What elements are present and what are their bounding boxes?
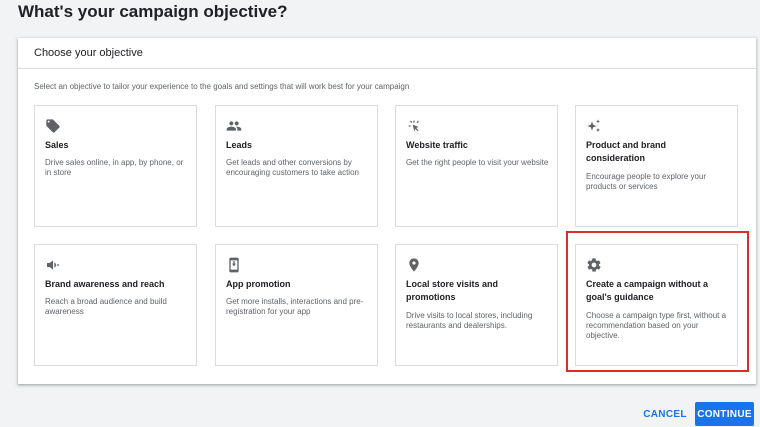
tag-icon <box>45 118 61 134</box>
objective-tile-local-store-visits[interactable]: Local store visits and promotions Drive … <box>395 244 558 366</box>
tile-description: Get leads and other conversions by encou… <box>226 158 359 177</box>
continue-button[interactable]: CONTINUE <box>695 402 754 426</box>
tile-title: Product and brand consideration <box>586 140 667 163</box>
location-pin-icon <box>406 257 422 273</box>
megaphone-icon <box>45 257 61 273</box>
gear-icon <box>586 257 602 273</box>
instructions-text: Select an objective to tailor your exper… <box>34 82 410 91</box>
people-icon <box>226 118 242 134</box>
objective-tile-no-guidance[interactable]: Create a campaign without a goal's guida… <box>575 244 738 366</box>
tile-title: Sales <box>45 140 69 150</box>
tile-description: Drive sales online, in app, by phone, or… <box>45 158 184 177</box>
tile-title: Create a campaign without a goal's guida… <box>586 279 709 302</box>
tile-title: Local store visits and promotions <box>406 279 499 302</box>
tile-description: Encourage people to explore your product… <box>586 172 707 191</box>
tile-description: Drive visits to local stores, including … <box>406 311 533 330</box>
tile-description: Reach a broad audience and build awarene… <box>45 297 167 316</box>
tile-title: Brand awareness and reach <box>45 279 165 289</box>
objective-tile-brand-awareness[interactable]: Brand awareness and reach Reach a broad … <box>34 244 197 366</box>
phone-download-icon <box>226 257 242 273</box>
objective-tile-leads[interactable]: Leads Get leads and other conversions by… <box>215 105 378 227</box>
objective-tile-sales[interactable]: Sales Drive sales online, in app, by pho… <box>34 105 197 227</box>
tile-title: Leads <box>226 140 253 150</box>
tile-title: App promotion <box>226 279 291 289</box>
tile-title: Website traffic <box>406 140 468 150</box>
tile-description: Choose a campaign type first, without a … <box>586 311 727 340</box>
objective-tile-product-brand-consideration[interactable]: Product and brand consideration Encourag… <box>575 105 738 227</box>
cancel-button[interactable]: CANCEL <box>638 402 692 426</box>
objective-tile-website-traffic[interactable]: Website traffic Get the right people to … <box>395 105 558 227</box>
page-title: What's your campaign objective? <box>18 2 288 21</box>
sparkle-icon <box>586 118 602 134</box>
cursor-click-icon <box>406 118 422 134</box>
tile-description: Get more installs, interactions and pre-… <box>226 297 364 316</box>
objective-tile-app-promotion[interactable]: App promotion Get more installs, interac… <box>215 244 378 366</box>
tile-description: Get the right people to visit your websi… <box>406 158 549 167</box>
card-header: Choose your objective <box>18 38 756 69</box>
